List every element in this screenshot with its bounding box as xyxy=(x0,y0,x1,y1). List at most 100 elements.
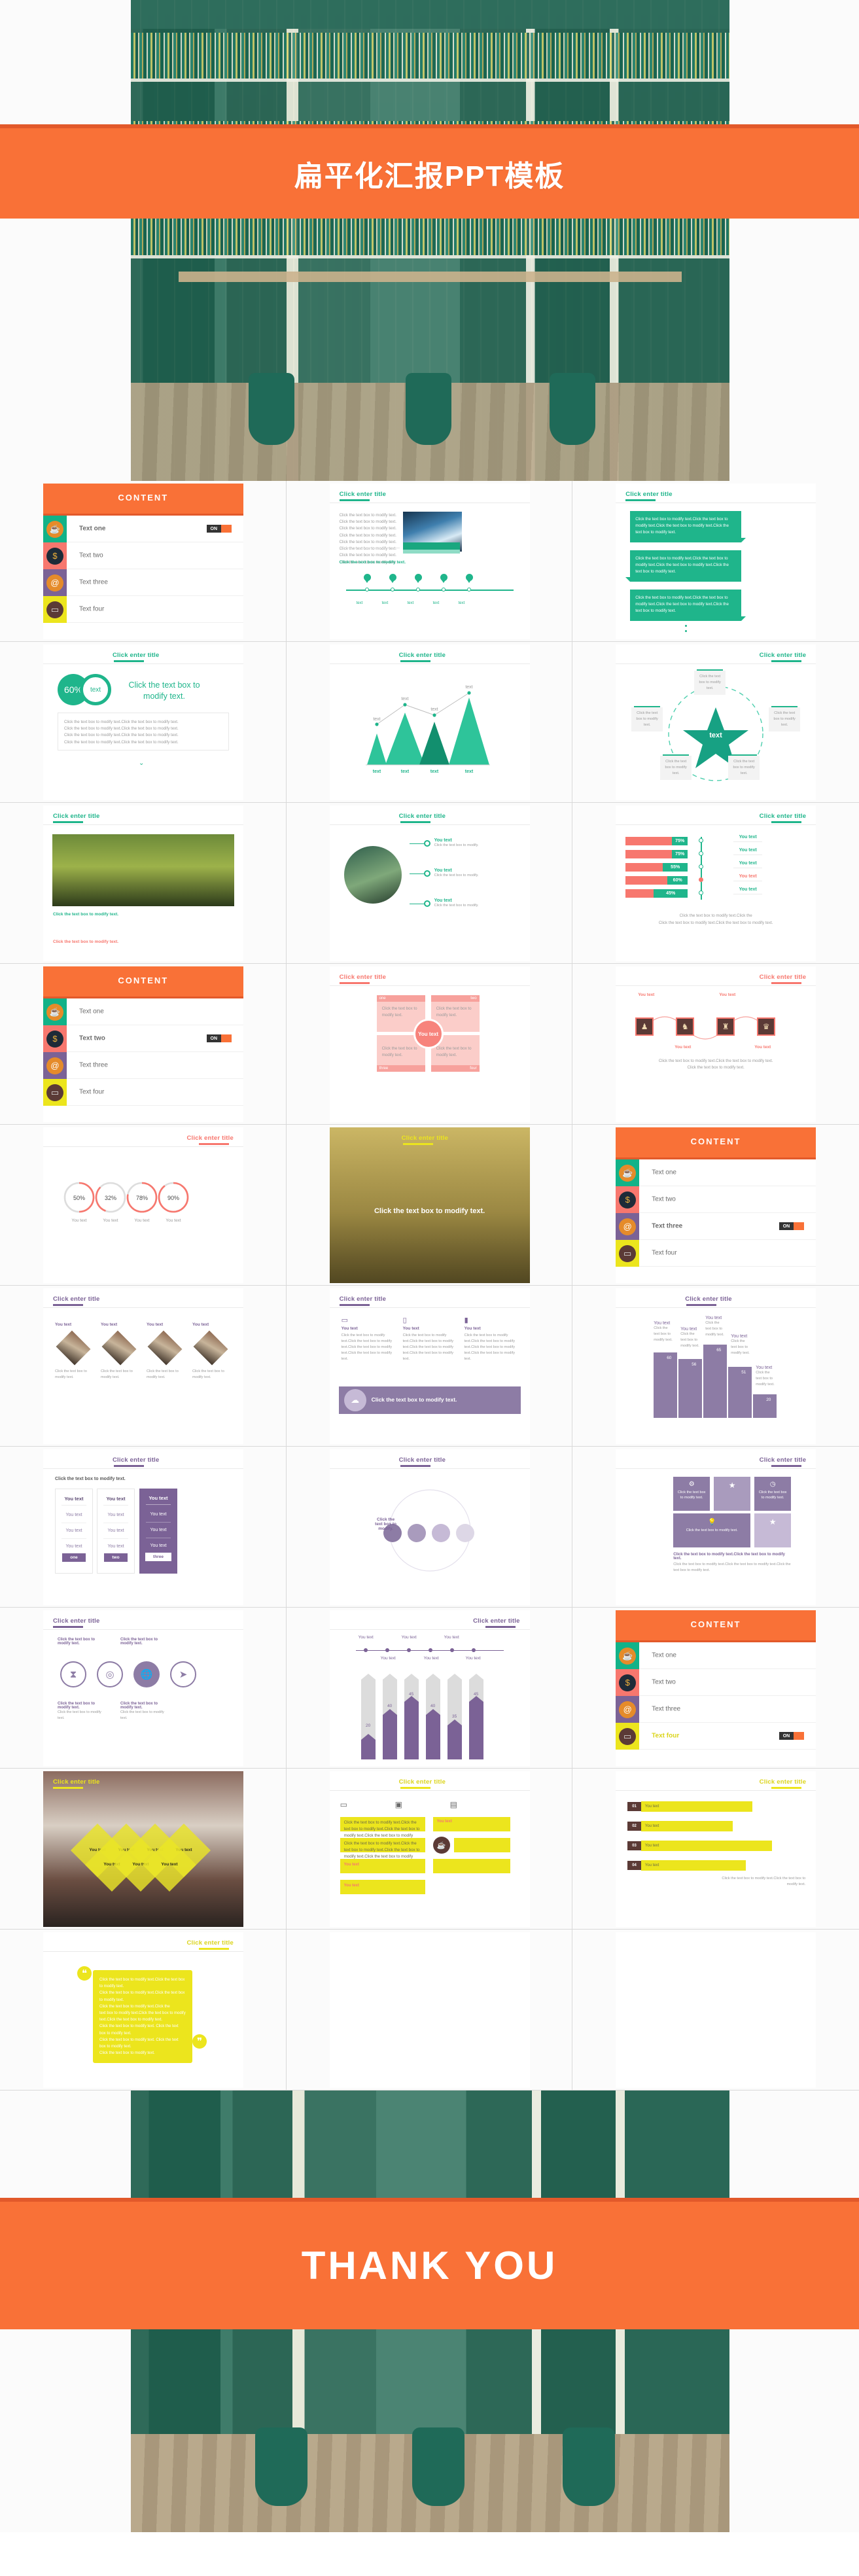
slide-speech-bubbles[interactable]: Click enter title Click the text box to … xyxy=(572,481,859,642)
slide-text-photo-timeline[interactable]: Click enter title Click the text box to … xyxy=(286,481,573,642)
cta-banner[interactable]: ☁ Click the text box to modify text. xyxy=(338,1386,521,1414)
content-row[interactable]: @ Text three ON xyxy=(616,1213,816,1240)
slide-title: Click enter title xyxy=(186,1135,234,1142)
tag-row[interactable]: 02 You text xyxy=(627,1821,733,1831)
content-row[interactable]: @ Text three xyxy=(43,1052,243,1079)
slide-coral-donuts[interactable]: Click enter title 50% You text 32% You t xyxy=(0,1125,287,1286)
photo-card[interactable]: You text Click the text box to modify te… xyxy=(55,1322,94,1381)
slide-yellow-quote[interactable]: Click enter title ❝ Click the text box t… xyxy=(0,1930,287,2091)
chart-footer: Click the text box to modify text.Click … xyxy=(658,913,773,926)
slide-content-yellow[interactable]: CONTENT ☕ Text one $ Text two @ Text thr… xyxy=(572,1608,859,1769)
tag-row[interactable]: 01 You text xyxy=(627,1801,752,1812)
content-row[interactable]: ☕ Text one xyxy=(616,1642,816,1669)
content-row[interactable]: $ Text two xyxy=(616,1669,816,1696)
content-row[interactable]: ☕ Text one ON xyxy=(43,516,243,542)
slide-purple-tiles[interactable]: Click enter title ⚙ Click the text box t… xyxy=(572,1447,859,1608)
slide-coral-quadrant[interactable]: Click enter title one Click the text box… xyxy=(286,964,573,1125)
currency-exchange-icon: $ xyxy=(43,1025,67,1052)
content-row-label: Text four xyxy=(652,1732,680,1740)
toggle-switch[interactable]: ON xyxy=(779,1222,805,1230)
table-column-highlighted[interactable]: You text You text You text You text thre… xyxy=(139,1489,177,1574)
slide-title: Click enter title xyxy=(398,1778,446,1786)
slide-yellow-tag-rows[interactable]: Click enter title 01 You text 02 You tex… xyxy=(572,1769,859,1930)
info-card[interactable]: ▯ You text Click the text box to modify … xyxy=(403,1316,457,1362)
star-node: Click the text box to modify text. xyxy=(769,706,801,732)
slide-title: Click enter title xyxy=(473,1617,520,1625)
slide-purple-column-chart[interactable]: Click enter title You text Click the tex… xyxy=(572,1286,859,1447)
slide-purple-pencil-chart[interactable]: Click enter title You text You text You … xyxy=(286,1608,573,1769)
bar-value: 56 xyxy=(689,1362,699,1367)
column-bar xyxy=(678,1359,703,1418)
slide-city-diamonds[interactable]: Click enter title You text You text You … xyxy=(0,1769,287,1930)
tile[interactable]: 💡 Click the text box to modify text. xyxy=(673,1513,751,1547)
slide-purple-icon-row[interactable]: Click enter title Click the text box to … xyxy=(0,1608,287,1769)
pin-icon xyxy=(414,574,422,584)
content-row[interactable]: ▭ Text four xyxy=(43,1079,243,1106)
slide-triangle-chart[interactable]: Click enter title text text text text te… xyxy=(286,642,573,803)
slide-content-coral[interactable]: CONTENT ☕ Text one $ Text two ON @ Text … xyxy=(0,964,287,1125)
monitor-icon: ▭ xyxy=(43,596,67,623)
photo-card[interactable]: You text Click the text box to modify te… xyxy=(147,1322,186,1381)
column-annotation: You text Click the text box to modify te… xyxy=(756,1366,775,1386)
content-row[interactable]: ▭ Text four xyxy=(616,1240,816,1267)
content-row[interactable]: $ Text two ON xyxy=(43,1025,243,1052)
slide-content-orange[interactable]: CONTENT ☕ Text one $ Text two @ Text thr… xyxy=(572,1125,859,1286)
table-button[interactable]: one xyxy=(62,1553,86,1562)
diamond-tile[interactable]: You text xyxy=(142,1837,197,1892)
content-row[interactable]: ☕ Text one xyxy=(43,998,243,1025)
content-row[interactable]: $ Text two xyxy=(43,542,243,569)
slide-purple-three-cards[interactable]: Click enter title ▭ You text Click the t… xyxy=(286,1286,573,1447)
table-button[interactable]: three xyxy=(145,1553,171,1561)
globe-at-icon: @ xyxy=(43,1052,67,1079)
slide-content-green[interactable]: CONTENT ☕ Text one ON $ Text two @ Text … xyxy=(0,481,287,642)
tag-row[interactable]: 03 You text xyxy=(627,1841,772,1851)
tile[interactable]: ◷ Click the text box to modify text. xyxy=(754,1477,792,1511)
table-column[interactable]: You text You text You text You text one xyxy=(55,1489,93,1574)
slide-title: Click enter title xyxy=(759,974,807,981)
svg-text:78%: 78% xyxy=(136,1195,148,1201)
slide-percent-overlap[interactable]: Click enter title 60% text Click the tex… xyxy=(0,642,287,803)
pin-label: text xyxy=(407,601,414,605)
content-row[interactable]: ▭ Text four ON xyxy=(616,1723,816,1750)
table-button[interactable]: two xyxy=(104,1553,128,1562)
slide-purple-circle-steps[interactable]: Click enter title Click the text box to … xyxy=(286,1447,573,1608)
step-icon: ♜ xyxy=(716,1017,735,1036)
slide-title: Click enter title xyxy=(759,1456,807,1464)
pencil-bar: 35 xyxy=(447,1674,462,1759)
content-row[interactable]: @ Text three xyxy=(43,569,243,596)
slide-photo-cta[interactable]: Click enter title Click enter title Clic… xyxy=(286,1125,573,1286)
toggle-switch[interactable]: ON xyxy=(206,1034,232,1042)
tag-row[interactable]: 04 You text xyxy=(627,1860,746,1871)
content-row[interactable]: @ Text three xyxy=(616,1696,816,1723)
toggle-switch[interactable]: ON xyxy=(206,525,232,533)
monitor-icon: ▭ xyxy=(616,1240,640,1267)
pencil-bar: 45 xyxy=(404,1674,419,1759)
info-card[interactable]: ▮ You text Click the text box to modify … xyxy=(465,1316,518,1362)
slide-full-photo[interactable]: Click enter title Click the text box to … xyxy=(0,803,287,964)
photo-card[interactable]: You text Click the text box to modify te… xyxy=(101,1322,140,1381)
circle-steps-svg xyxy=(383,1489,474,1572)
tile[interactable]: ★ xyxy=(714,1477,751,1511)
slide-purple-table[interactable]: Click enter title Click the text box to … xyxy=(0,1447,287,1608)
tile[interactable]: ★ xyxy=(754,1513,792,1547)
slide-progress-bars[interactable]: Click enter title 75% 75% 55% 60% 45% Yo… xyxy=(572,803,859,964)
pencil-bar: 45 xyxy=(468,1674,483,1759)
slide-title: Click enter title xyxy=(53,1617,100,1625)
slide-circle-photo-list[interactable]: Click enter title You text Click the tex… xyxy=(286,803,573,964)
slide-yellow-bars[interactable]: Click enter title ▭ ▣ ▤ Click the text b… xyxy=(286,1769,573,1930)
content-row[interactable]: $ Text two xyxy=(616,1186,816,1213)
content-row[interactable]: ☕ Text one xyxy=(616,1159,816,1186)
info-card[interactable]: ▭ You text Click the text box to modify … xyxy=(342,1316,395,1362)
printer-icon: ▤ xyxy=(449,1800,457,1809)
slide-coral-steps[interactable]: Click enter title You text You text ♟ ♞ … xyxy=(572,964,859,1125)
table-column[interactable]: You text You text You text You text two xyxy=(97,1489,135,1574)
slide-purple-photo-cards[interactable]: Click enter title You text Click the tex… xyxy=(0,1286,287,1447)
content-row[interactable]: ▭ Text four xyxy=(43,596,243,623)
photo-card[interactable]: You text Click the text box to modify te… xyxy=(192,1322,232,1381)
toggle-switch[interactable]: ON xyxy=(779,1732,805,1740)
quote-close-icon: ❞ xyxy=(192,2034,207,2049)
tile[interactable]: ⚙ Click the text box to modify text. xyxy=(673,1477,710,1511)
slide-star-diagram[interactable]: Click enter title text Click the text bo… xyxy=(572,642,859,803)
step-label: You text xyxy=(719,993,736,997)
slide-title: Click enter title xyxy=(339,491,387,498)
